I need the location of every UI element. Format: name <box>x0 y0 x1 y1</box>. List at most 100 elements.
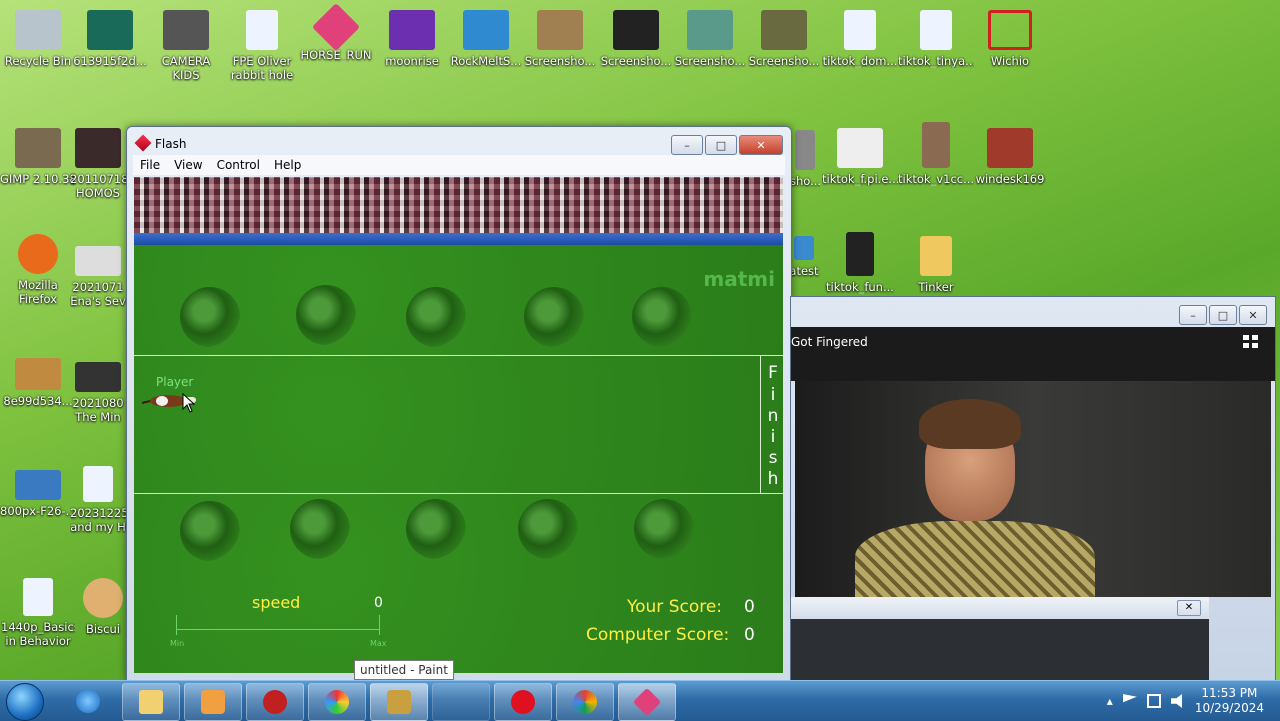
mouse-cursor-icon <box>182 393 196 413</box>
desktop-icon-1440p-basics[interactable]: 1440p_Basics in Behavior <box>0 578 76 648</box>
tray-expand-icon[interactable]: ▴ <box>1107 694 1113 708</box>
bush-icon <box>632 287 692 347</box>
video-maximize-button[interactable]: □ <box>1209 305 1237 325</box>
desktop-icon-tinker[interactable]: Tinker <box>898 236 974 294</box>
flash-app-icon <box>134 134 152 152</box>
desktop-icon-moonrise[interactable]: moonrise <box>374 10 450 68</box>
crowd-banner <box>134 177 783 233</box>
speed-slider[interactable] <box>176 629 380 630</box>
minimize-button[interactable]: – <box>671 135 703 155</box>
finish-letter: s <box>768 448 778 468</box>
video-minimize-button[interactable]: – <box>1179 305 1207 325</box>
taskbar-paint[interactable] <box>370 683 428 721</box>
desktop-icon-biscui[interactable]: Biscui <box>80 578 126 636</box>
desktop-icon-windesk169[interactable]: windesk169 <box>972 128 1048 186</box>
grid-icon[interactable] <box>1243 335 1259 349</box>
desktop-icon-camera-kids[interactable]: CAMERA KIDS <box>148 10 224 82</box>
network-icon[interactable] <box>1146 694 1161 708</box>
close-button[interactable]: ✕ <box>739 135 783 155</box>
image-icon <box>795 130 815 170</box>
bush-icon <box>180 501 240 561</box>
bush-icon <box>296 285 356 345</box>
desktop-icon-tiktok-v1cc[interactable]: tiktok_v1cc... <box>898 122 974 186</box>
menu-help[interactable]: Help <box>267 155 308 175</box>
desktop-icon-tiktok-dom[interactable]: tiktok_dom... <box>822 10 898 68</box>
secondary-window-titlebar[interactable]: ✕ <box>791 597 1209 619</box>
video-close-button[interactable]: ✕ <box>1239 305 1267 325</box>
desktop-icon-wichio[interactable]: Wichio <box>972 10 1048 68</box>
desktop-icon-fpe-oliver[interactable]: FPE Oliver rabbit hole ... <box>224 10 300 82</box>
desktop-icon-20231225[interactable]: 20231225 and my H <box>70 466 126 534</box>
taskbar-app-ball[interactable] <box>308 683 366 721</box>
person-hair <box>919 399 1021 449</box>
desktop-icon-2021071[interactable]: 2021071 Ena's Sev <box>70 246 126 308</box>
menu-control[interactable]: Control <box>210 155 267 175</box>
video-icon <box>163 10 209 50</box>
taskbar-flash[interactable] <box>618 683 676 721</box>
desktop-icon-sho[interactable]: sho... <box>790 130 820 188</box>
desktop-icon-tiktok-fpie[interactable]: tiktok_f.pi.e... <box>822 128 898 186</box>
colorful-ball-icon <box>325 690 349 714</box>
menu-view[interactable]: View <box>167 155 209 175</box>
slider-min-label: Min <box>170 639 185 648</box>
taskbar-blank[interactable] <box>432 683 490 721</box>
video-frame[interactable] <box>795 381 1271 597</box>
taskbar-ie[interactable] <box>60 683 116 719</box>
flash-icon <box>632 687 662 717</box>
desktop-icon-tiktok-tinya[interactable]: tiktok_tinya... <box>898 10 974 68</box>
wichio-icon <box>988 10 1032 50</box>
start-button[interactable] <box>6 683 44 721</box>
installer-icon <box>463 10 509 50</box>
desktop-icon-613915f2d[interactable]: 613915f2d... <box>72 10 148 68</box>
desktop-icon-2021080[interactable]: 2021080 The Min <box>70 362 126 424</box>
taskbar-media-player[interactable] <box>184 683 242 721</box>
video-player-window[interactable]: – □ ✕ Got Fingered ✕ <box>790 296 1276 682</box>
system-tray: ▴ 11:53 PM 10/29/2024 <box>1107 681 1280 721</box>
desktop-icon-firefox[interactable]: Mozilla Firefox <box>0 234 76 306</box>
player-label: Player <box>156 375 194 389</box>
menu-file[interactable]: File <box>133 155 167 175</box>
finish-letter: n <box>767 406 779 426</box>
bush-icon <box>290 499 350 559</box>
desktop-icon-screenshot-1[interactable]: Screensho... <box>522 10 598 68</box>
volume-muted-icon[interactable] <box>1170 694 1183 708</box>
desktop-icon-gimp[interactable]: GIMP 2.10.38 <box>0 128 76 186</box>
desktop-icon-rockmelt[interactable]: RockMeltS... <box>448 10 524 68</box>
desktop-icon-horse-run[interactable]: HORSE_RUN <box>298 2 374 62</box>
window-title: Flash <box>155 137 187 151</box>
video-title: Got Fingered <box>791 335 868 349</box>
clock-date: 10/29/2024 <box>1194 701 1264 715</box>
secondary-close-button[interactable]: ✕ <box>1177 600 1201 616</box>
video-icon <box>75 128 121 168</box>
chrome-icon <box>573 690 597 714</box>
game-stage[interactable]: matmi F i n i s h Player speed 0 Min Max… <box>134 177 783 673</box>
desktop-icon-screenshot-2[interactable]: Screensho... <box>598 10 674 68</box>
desktop-icon-8e99d534[interactable]: 8e99d534... <box>0 358 76 408</box>
clock[interactable]: 11:53 PM 10/29/2024 <box>1195 686 1264 716</box>
taskbar-explorer[interactable] <box>122 683 180 721</box>
taskbar-chrome[interactable] <box>556 683 614 721</box>
desktop-icon-screenshot-4[interactable]: Screensho... <box>746 10 822 68</box>
menu-bar: File View Control Help <box>133 155 785 175</box>
desktop-icon-recycle-bin[interactable]: Recycle Bin <box>0 10 76 68</box>
taskbar-app-red[interactable] <box>246 683 304 721</box>
monitor-icon <box>794 236 814 260</box>
your-score-label: Your Score: <box>627 597 723 617</box>
image-icon <box>687 10 733 50</box>
secondary-window[interactable]: ✕ <box>791 597 1209 681</box>
finish-letter: i <box>770 385 776 405</box>
audio-file-icon <box>83 466 113 502</box>
window-controls: – □ ✕ <box>671 135 783 155</box>
folder-icon <box>139 690 163 714</box>
action-center-flag-icon[interactable] <box>1122 694 1137 703</box>
maximize-button[interactable]: □ <box>705 135 737 155</box>
desktop-icon-tiktok-fun[interactable]: tiktok_fun... <box>822 232 898 294</box>
image-icon <box>761 10 807 50</box>
media-player-icon <box>201 690 225 714</box>
desktop-icon-screenshot-3[interactable]: Screensho... <box>672 10 748 68</box>
desktop-icon-20110718[interactable]: 20110718 HOMOS <box>70 128 126 200</box>
taskbar-opera[interactable] <box>494 683 552 721</box>
flash-window[interactable]: Flash – □ ✕ File View Control Help matmi <box>126 126 792 682</box>
video-icon <box>837 128 883 168</box>
desktop-icon-800px-f26[interactable]: 800px-F26-... <box>0 470 76 518</box>
